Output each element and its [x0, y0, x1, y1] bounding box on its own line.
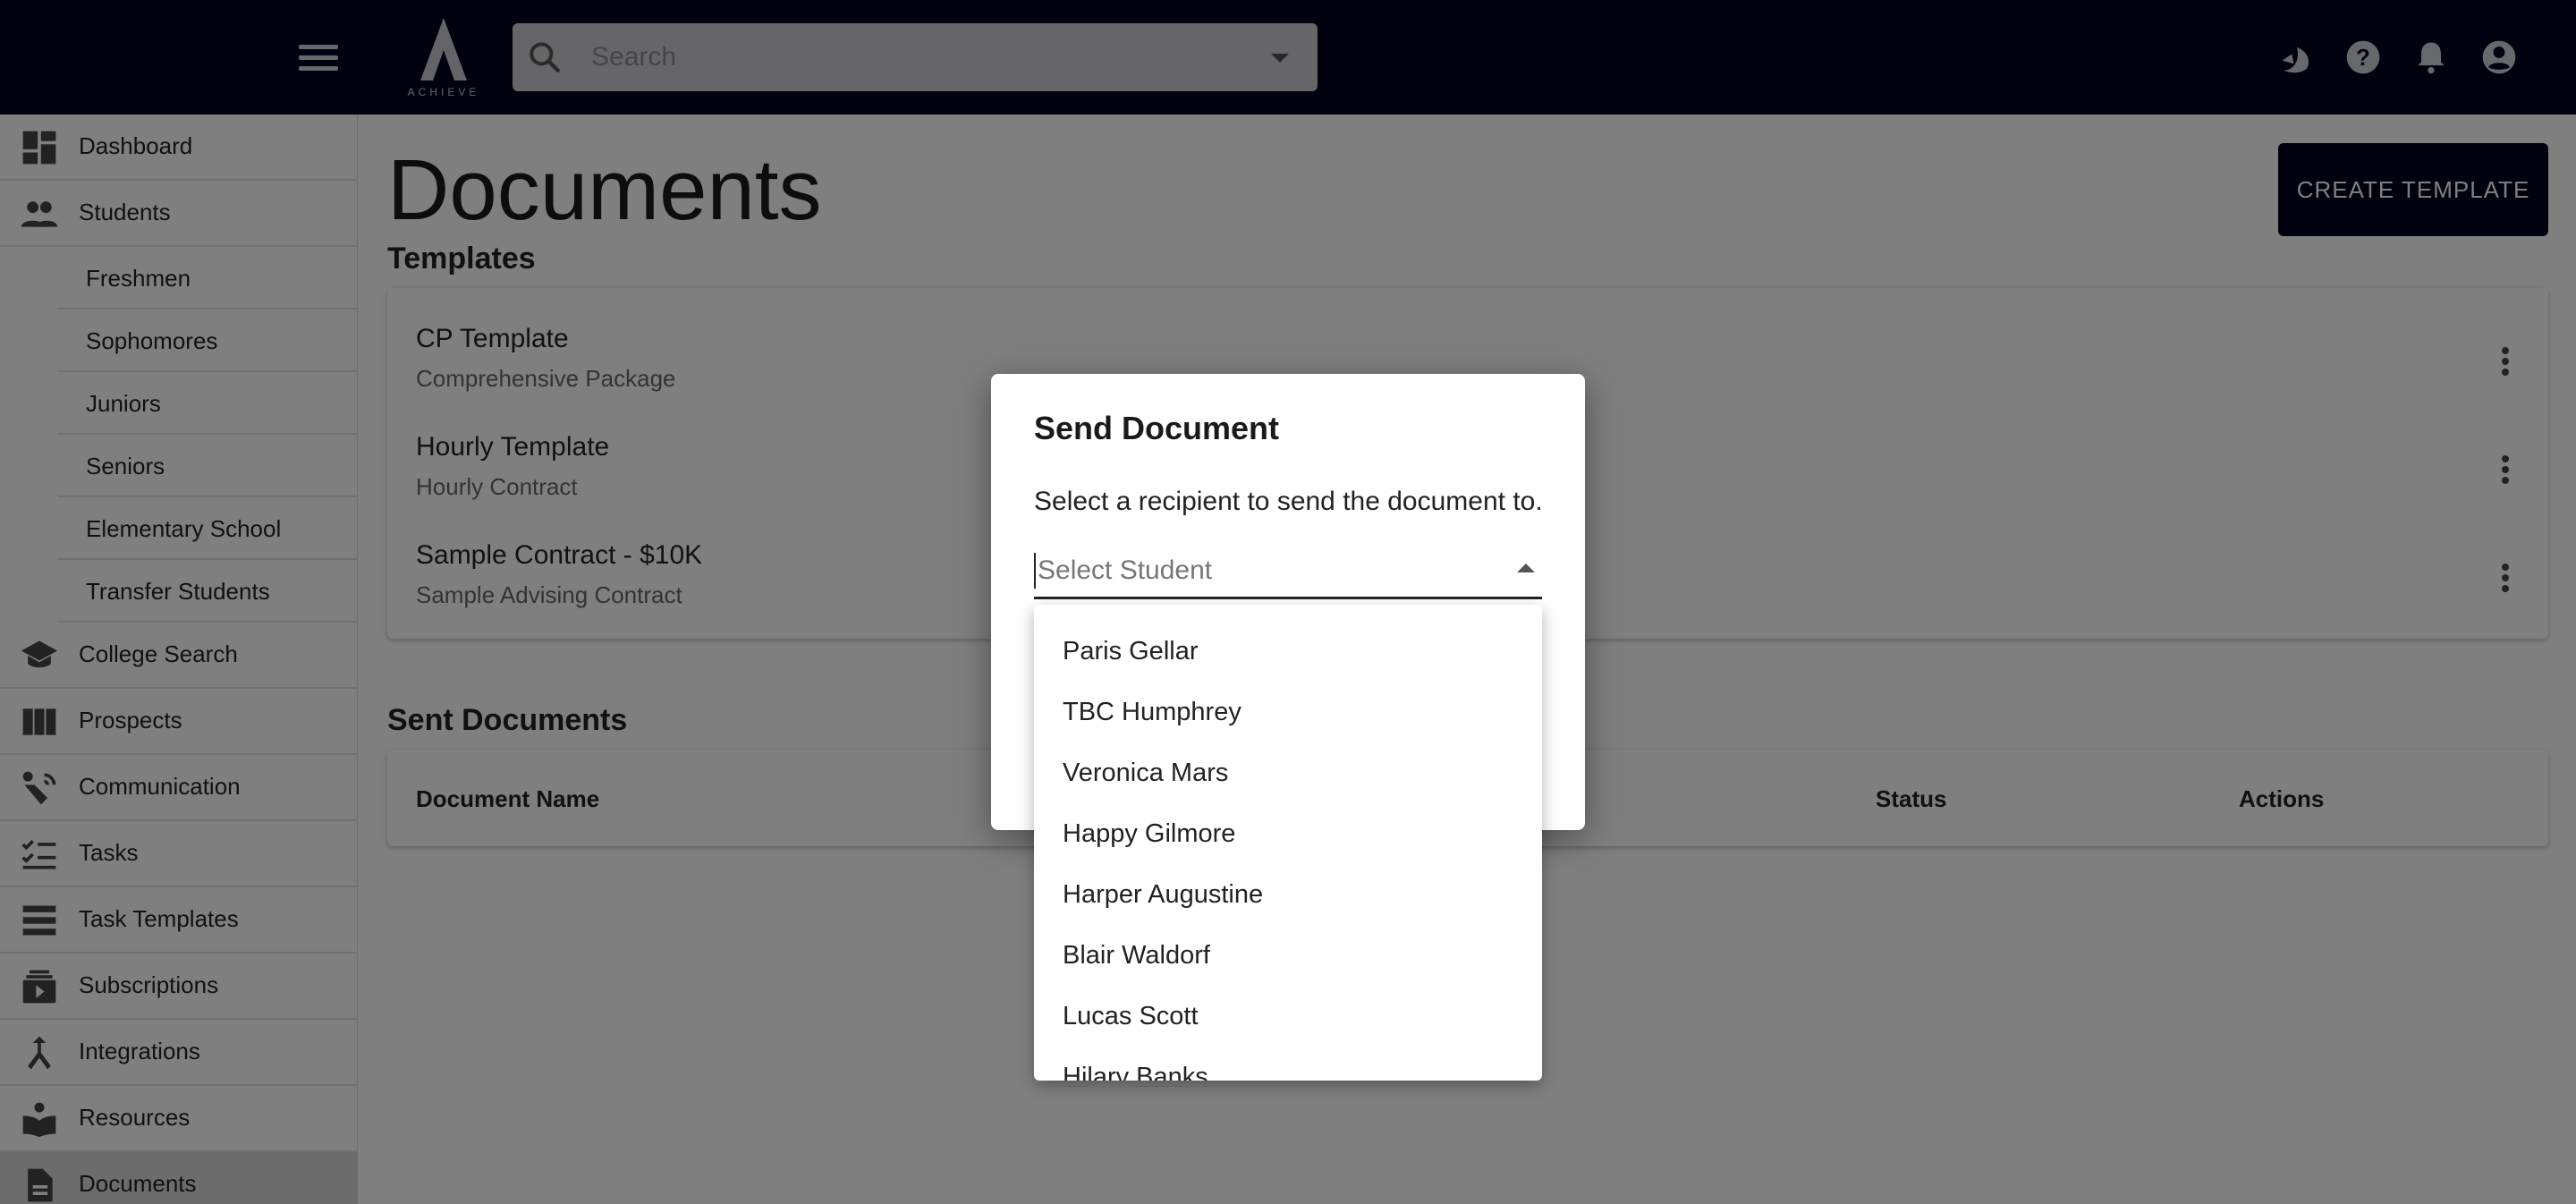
student-options-list[interactable]: Paris Gellar TBC Humphrey Veronica Mars …	[1034, 605, 1542, 1081]
option-label: Lucas Scott	[1063, 1002, 1199, 1030]
student-option[interactable]: Lucas Scott	[1034, 984, 1542, 1045]
option-label: Happy Gilmore	[1063, 819, 1236, 848]
student-select-input[interactable]	[1034, 553, 1481, 589]
dialog-title: Send Document	[1034, 410, 1280, 446]
option-label: Hilary Banks	[1063, 1063, 1208, 1081]
option-label: TBC Humphrey	[1063, 698, 1241, 726]
student-select[interactable]	[1034, 542, 1542, 599]
option-label: Blair Waldorf	[1063, 941, 1210, 970]
student-option[interactable]: TBC Humphrey	[1034, 680, 1542, 741]
option-label: Harper Augustine	[1063, 880, 1264, 909]
option-label: Veronica Mars	[1063, 759, 1229, 787]
chevron-up-icon[interactable]	[1517, 564, 1535, 572]
student-option[interactable]: Blair Waldorf	[1034, 923, 1542, 984]
student-option[interactable]: Paris Gellar	[1034, 619, 1542, 680]
option-label: Paris Gellar	[1063, 637, 1199, 666]
student-option[interactable]: Hilary Banks	[1034, 1045, 1542, 1081]
student-option[interactable]: Happy Gilmore	[1034, 801, 1542, 862]
student-option[interactable]: Veronica Mars	[1034, 741, 1542, 801]
dialog-description: Select a recipient to send the document …	[1034, 487, 1543, 516]
student-option[interactable]: Harper Augustine	[1034, 862, 1542, 923]
